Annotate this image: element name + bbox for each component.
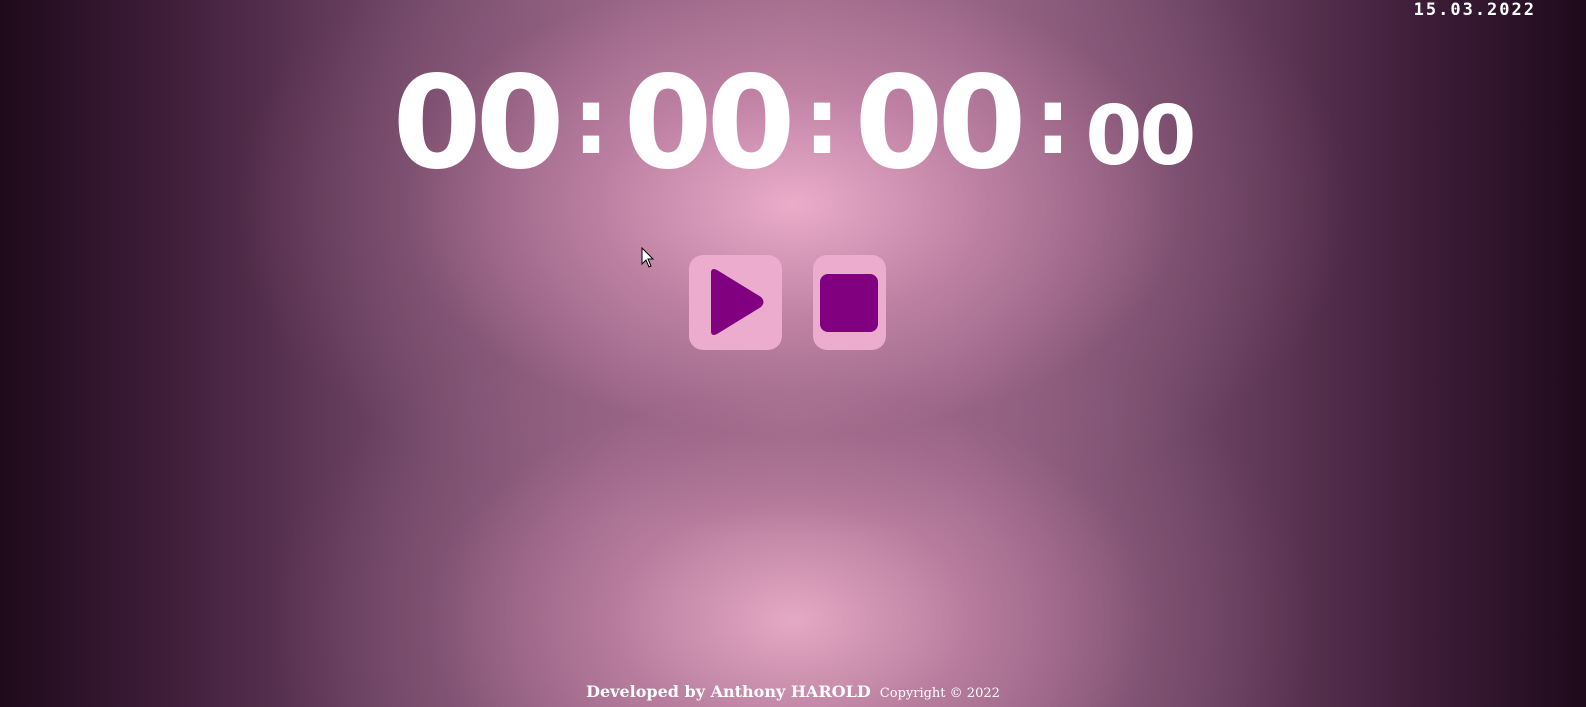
- minutes-display: 00: [623, 49, 795, 198]
- current-date: 15.03.2022: [1413, 0, 1536, 20]
- mouse-pointer-icon: [641, 247, 655, 268]
- stopwatch-display: 00 : 00 : 00 : 00: [0, 60, 1586, 188]
- time-separator: :: [803, 68, 841, 175]
- stop-icon: [820, 273, 878, 332]
- play-icon: [711, 268, 764, 335]
- footer: Developed by Anthony HAROLD Copyright © …: [0, 682, 1586, 701]
- copyright-notice: Copyright © 2022: [879, 686, 1000, 701]
- centiseconds-display: 00: [1085, 89, 1196, 184]
- stopwatch-controls: [0, 255, 1586, 350]
- developer-credit: Developed by Anthony HAROLD: [586, 682, 871, 701]
- hours-display: 00: [392, 49, 565, 198]
- seconds-display: 00: [854, 49, 1026, 198]
- time-separator: :: [1034, 68, 1072, 175]
- time-separator: :: [572, 68, 610, 175]
- stop-button[interactable]: [812, 255, 886, 350]
- start-button[interactable]: [688, 255, 782, 350]
